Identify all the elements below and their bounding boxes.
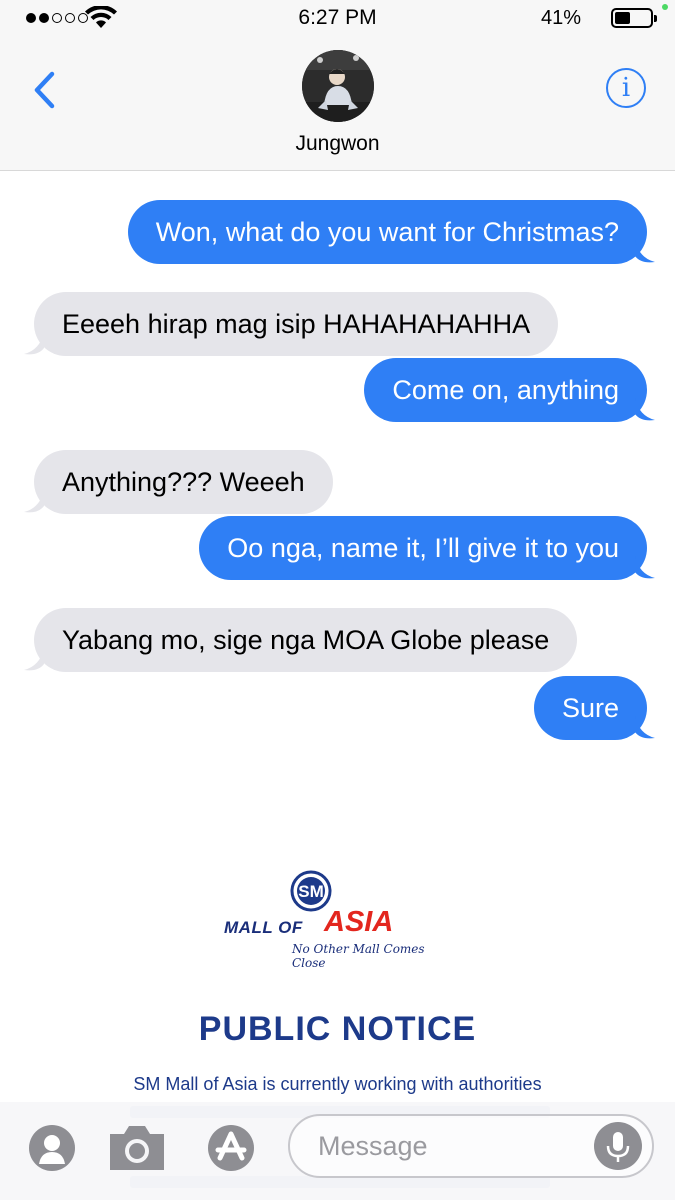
message-input-bar: Message [0,1102,675,1200]
outgoing-message-bubble[interactable]: Sure [533,676,647,740]
outgoing-message-bubble[interactable]: Come on, anything [364,358,647,422]
bubble-tail [24,332,44,355]
message-input[interactable]: Message [288,1114,654,1178]
logo-brand-accent: ASIA [324,906,394,938]
notice-title: PUBLIC NOTICE [198,1010,477,1048]
incoming-message-bubble[interactable]: Yabang mo, sige nga MOA Globe please [34,608,578,672]
bubble-tail [635,556,655,579]
back-chevron-icon[interactable] [30,70,60,110]
outgoing-message-bubble[interactable]: Won, what do you want for Christmas? [127,200,647,264]
incoming-message-bubble[interactable]: Eeeeh hirap mag isip HAHAHAHAHHA [34,292,559,356]
sm-mall-of-asia-logo: SM MALL OF ASIA No Other Mall Comes Clos… [220,870,430,970]
contact-name[interactable]: Jungwon [0,132,675,156]
info-icon[interactable]: i [606,68,646,108]
bubble-tail [635,716,655,739]
notice-body: SM Mall of Asia is currently working wit… [133,1074,542,1094]
logo-brand-text: MALL OF [224,918,303,937]
message-placeholder: Message [318,1131,428,1161]
app-store-icon[interactable] [200,1124,262,1172]
bubble-tail [24,648,44,671]
outgoing-message-bubble[interactable]: Oo nga, name it, I’ll give it to you [199,516,647,580]
contact-avatar[interactable] [302,50,374,122]
logo-tagline: No Other Mall Comes Close [292,942,425,970]
camera-icon[interactable] [106,1122,168,1174]
conversation-header: Jungwon i [0,36,675,171]
microphone-icon[interactable] [594,1122,642,1170]
bubble-tail [635,398,655,421]
bubble-tail [635,240,655,263]
battery-percentage: 41% [540,7,581,29]
charging-indicator [662,4,668,10]
animoji-icon[interactable] [28,1124,76,1172]
bubble-tail [24,490,44,513]
svg-text:SM: SM [298,882,324,901]
incoming-message-bubble[interactable]: Anything??? Weeeh [34,450,333,514]
battery-icon [611,8,657,28]
status-bar: 6:27 PM 41% [0,0,675,36]
